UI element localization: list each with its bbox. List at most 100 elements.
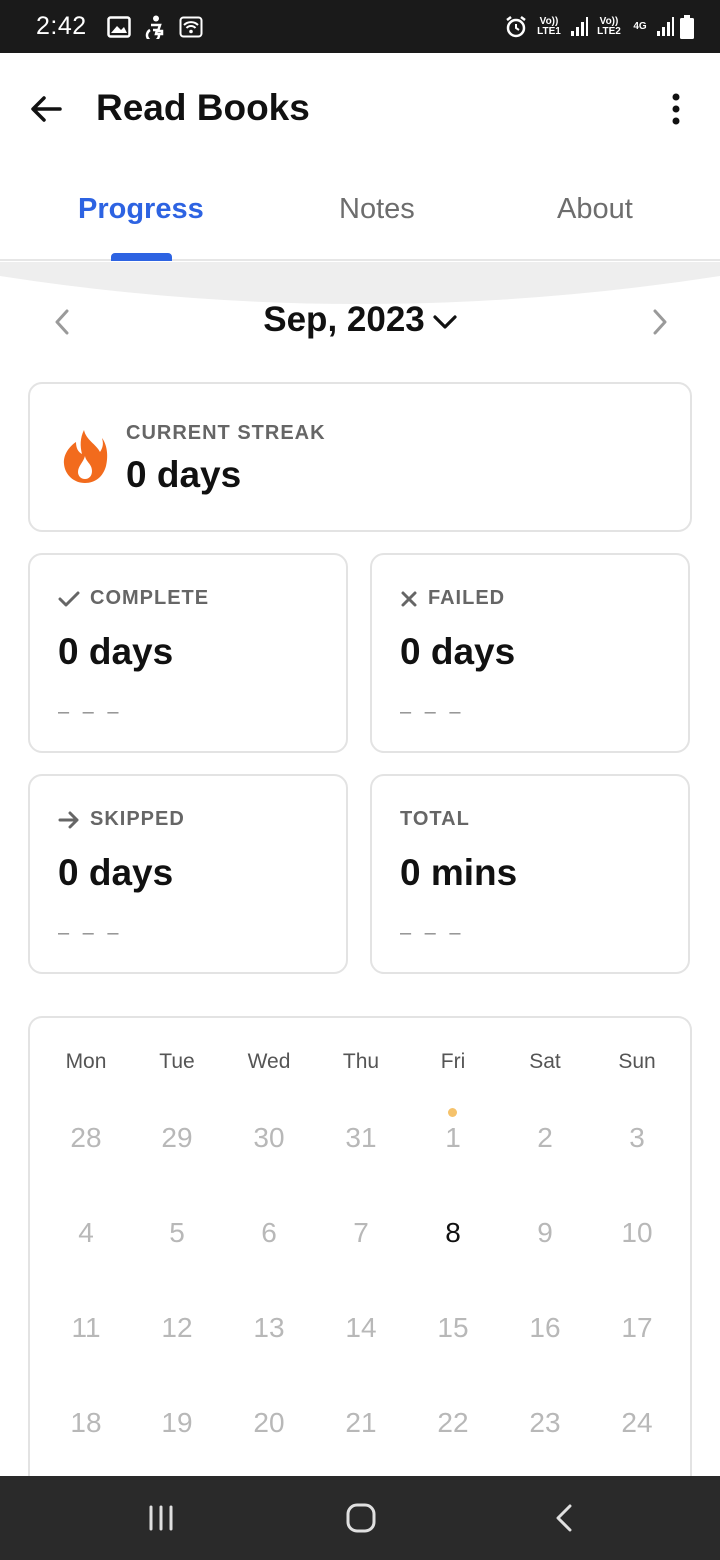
signal-icon-2: [657, 16, 674, 36]
weekday-tue: Tue: [159, 1050, 195, 1073]
recent-apps-icon: [149, 1505, 173, 1531]
page-title: Read Books: [96, 87, 310, 128]
more-options-button[interactable]: [656, 89, 696, 129]
weekday-sun: Sun: [618, 1050, 656, 1073]
calendar-day[interactable]: 13: [223, 1312, 315, 1344]
total-label-row: TOTAL: [400, 808, 470, 831]
back-button[interactable]: [26, 89, 66, 129]
home-button[interactable]: [331, 1496, 391, 1540]
calendar-day[interactable]: 19: [131, 1407, 223, 1439]
month-selector[interactable]: Sep, 2023: [0, 300, 720, 340]
calendar-day-dot: [448, 1108, 457, 1117]
calendar-day[interactable]: 18: [40, 1407, 132, 1439]
status-icons-left: [106, 15, 203, 39]
alarm-icon: [506, 15, 526, 37]
tab-indicator: [111, 253, 172, 261]
sim1-label: Vo)) LTE1: [537, 15, 561, 37]
skipped-trend: – – –: [58, 922, 123, 944]
calendar-day[interactable]: 11: [40, 1312, 132, 1344]
calendar-day[interactable]: 7: [315, 1217, 407, 1249]
calendar-day[interactable]: 1: [407, 1122, 499, 1154]
home-icon: [346, 1503, 376, 1533]
weekday-fri: Fri: [440, 1050, 466, 1073]
total-value: 0 mins: [400, 852, 518, 893]
skipped-label-row: SKIPPED: [58, 808, 185, 831]
skipped-card: SKIPPED 0 days – – –: [28, 774, 348, 974]
calendar-day[interactable]: 8: [407, 1217, 499, 1249]
calendar-day[interactable]: 30: [223, 1122, 315, 1154]
wifi-icon: [179, 16, 203, 37]
calendar-day[interactable]: 31: [315, 1122, 407, 1154]
calendar-day[interactable]: 22: [407, 1407, 499, 1439]
failed-value: 0 days: [400, 631, 516, 672]
calendar-day[interactable]: 28: [40, 1122, 132, 1154]
calendar-day[interactable]: 24: [591, 1407, 683, 1439]
calendar-day[interactable]: 2: [499, 1122, 591, 1154]
calendar-day[interactable]: 21: [315, 1407, 407, 1439]
check-icon: [58, 591, 80, 606]
complete-label: COMPLETE: [90, 587, 210, 609]
failed-label-row: FAILED: [400, 587, 505, 610]
calendar-day[interactable]: 5: [131, 1217, 223, 1249]
current-streak-card: CURRENT STREAK 0 days: [28, 382, 692, 532]
weekday-wed: Wed: [247, 1050, 291, 1073]
calendar-day[interactable]: 17: [591, 1312, 683, 1344]
calendar-day[interactable]: 3: [591, 1122, 683, 1154]
calendar-day[interactable]: 15: [407, 1312, 499, 1344]
weekday-sat: Sat: [529, 1050, 561, 1073]
chevron-right-icon: [653, 309, 667, 335]
sim2-label: Vo)) LTE2: [597, 15, 621, 37]
streak-label: CURRENT STREAK: [126, 422, 326, 444]
arrow-right-icon: [58, 811, 79, 828]
weekday-thu: Thu: [342, 1050, 380, 1073]
calendar-day[interactable]: 16: [499, 1312, 591, 1344]
battery-icon: [680, 14, 694, 39]
flame-icon: [63, 430, 108, 483]
streak-value: 0 days: [126, 454, 242, 495]
screen: 2:42 Vo)) LTE1 Vo)) LTE2 4G Read Books P…: [0, 0, 720, 1560]
chevron-down-icon: [433, 315, 457, 329]
tab-about[interactable]: About: [557, 193, 633, 226]
weekday-mon: Mon: [65, 1050, 107, 1073]
signal-icon: [571, 16, 588, 36]
status-icons-right: Vo)) LTE1 Vo)) LTE2 4G: [504, 14, 694, 39]
recent-apps-button[interactable]: [131, 1496, 191, 1540]
next-month-button[interactable]: [642, 302, 678, 342]
skipped-label: SKIPPED: [90, 808, 185, 830]
calendar-day[interactable]: 12: [131, 1312, 223, 1344]
month-label: Sep, 2023: [263, 300, 425, 339]
app-bar: Read Books: [0, 53, 720, 165]
arrow-left-icon: [31, 96, 62, 122]
accessibility-icon: [145, 15, 163, 39]
failed-label: FAILED: [428, 587, 506, 609]
tab-bar: Progress Notes About: [0, 165, 720, 261]
calendar-day[interactable]: 29: [131, 1122, 223, 1154]
calendar-day[interactable]: 23: [499, 1407, 591, 1439]
status-bar: 2:42 Vo)) LTE1 Vo)) LTE2 4G: [0, 0, 720, 53]
calendar-day[interactable]: 6: [223, 1217, 315, 1249]
complete-value: 0 days: [58, 631, 174, 672]
gallery-icon: [106, 15, 131, 38]
calendar-day[interactable]: 10: [591, 1217, 683, 1249]
tab-progress[interactable]: Progress: [78, 193, 204, 226]
calendar-day[interactable]: 9: [499, 1217, 591, 1249]
failed-trend: – – –: [400, 701, 465, 723]
complete-trend: – – –: [58, 701, 123, 723]
total-label: TOTAL: [400, 808, 470, 830]
calendar: Mon Tue Wed Thu Fri Sat Sun 28 29 30 31 1 2 3 4…: [28, 1016, 692, 1536]
skipped-value: 0 days: [58, 852, 174, 893]
system-nav-bar: [0, 1476, 720, 1560]
calendar-day[interactable]: 4: [40, 1217, 132, 1249]
tab-notes[interactable]: Notes: [339, 193, 415, 226]
complete-card: COMPLETE 0 days – – –: [28, 553, 348, 753]
chevron-left-icon: [556, 1504, 572, 1532]
calendar-day[interactable]: 14: [315, 1312, 407, 1344]
total-card: TOTAL 0 mins – – –: [370, 774, 690, 974]
total-trend: – – –: [400, 922, 465, 944]
more-vert-icon: [672, 93, 680, 125]
complete-label-row: COMPLETE: [58, 587, 209, 610]
calendar-day[interactable]: 20: [223, 1407, 315, 1439]
x-icon: [401, 591, 417, 606]
system-back-button[interactable]: [534, 1496, 594, 1540]
failed-card: FAILED 0 days – – –: [370, 553, 690, 753]
